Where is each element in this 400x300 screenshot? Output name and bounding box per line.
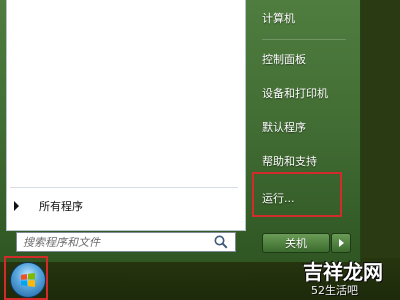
start-menu: 所有程序 计算机 控制面板 设备和打印机 默认程序 帮助和支持 运行... 关机 [0, 0, 361, 262]
all-programs-label: 所有程序 [39, 200, 83, 213]
watermark-top: 吉祥龙网 [303, 260, 383, 284]
shutdown-label: 关机 [285, 237, 307, 250]
all-programs-item[interactable]: 所有程序 [10, 196, 236, 216]
menu-item-devices-printers[interactable]: 设备和打印机 [262, 83, 328, 103]
right-arrow-icon [14, 201, 19, 211]
chevron-right-icon [338, 239, 344, 247]
watermark-bottom: 52生活吧 [311, 284, 358, 297]
menu-item-computer[interactable]: 计算机 [262, 8, 295, 28]
search-icon[interactable] [213, 234, 229, 250]
menu-item-label: 计算机 [262, 12, 295, 25]
search-box[interactable] [16, 232, 236, 252]
menu-item-label: 默认程序 [262, 121, 306, 134]
menu-item-help-support[interactable]: 帮助和支持 [262, 151, 317, 171]
start-highlight-box [4, 256, 48, 300]
programs-separator [10, 187, 238, 188]
menu-item-label: 设备和打印机 [262, 87, 328, 100]
run-highlight-box [252, 172, 342, 217]
shutdown-options-button[interactable] [331, 233, 351, 253]
shutdown-button[interactable]: 关机 [262, 233, 330, 253]
menu-item-label: 帮助和支持 [262, 155, 317, 168]
watermark: 吉祥龙网 52生活吧 [303, 256, 395, 297]
menu-item-control-panel[interactable]: 控制面板 [262, 49, 306, 69]
menu-item-label: 控制面板 [262, 53, 306, 66]
menu-item-default-programs[interactable]: 默认程序 [262, 117, 306, 137]
search-input[interactable] [17, 235, 213, 249]
menu-separator [262, 39, 346, 40]
